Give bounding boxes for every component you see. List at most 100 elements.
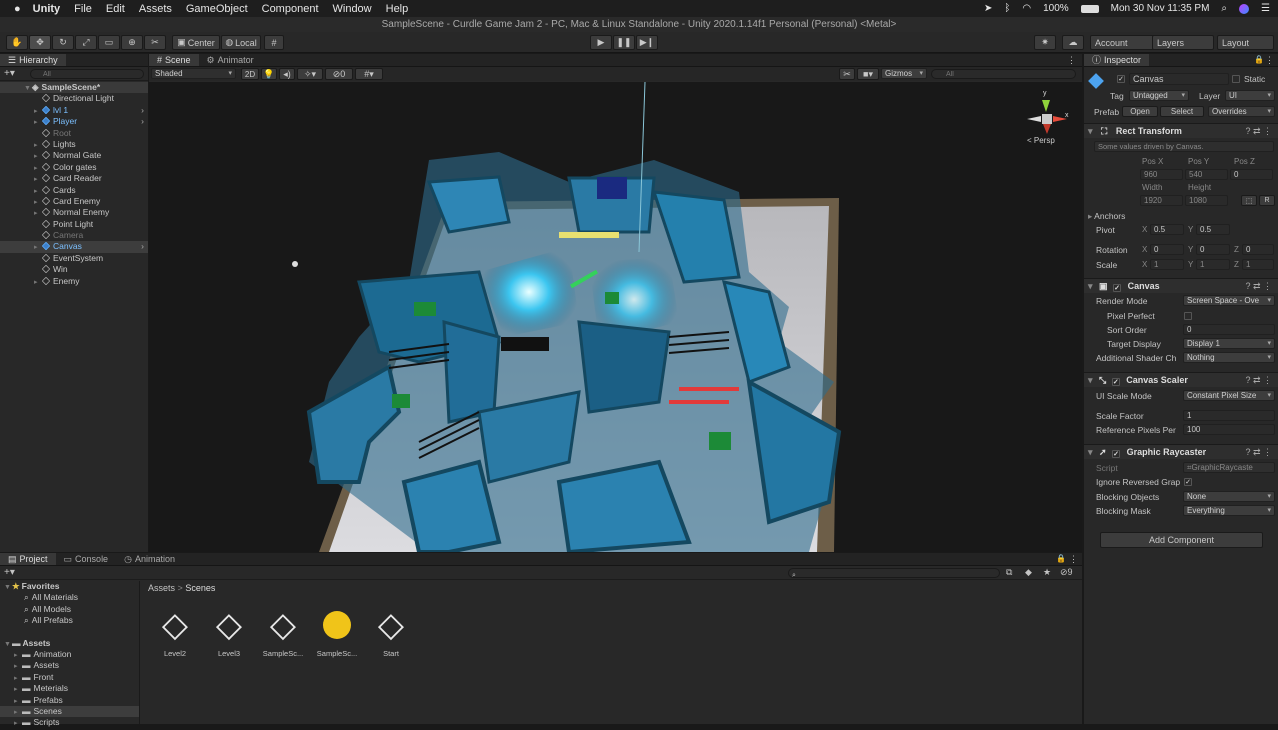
menu-component[interactable]: Component [262, 3, 319, 15]
prefab-overrides-dropdown[interactable]: Overrides [1208, 106, 1275, 117]
space-local-button[interactable]: ◍ Local [221, 35, 261, 50]
tab-console[interactable]: ▭ Console [56, 553, 117, 565]
chevron-right-icon[interactable]: › [141, 105, 144, 116]
render-mode-dropdown[interactable]: Screen Space - Ove [1183, 295, 1275, 306]
control-center-icon[interactable]: ☰ [1261, 3, 1270, 14]
step-button[interactable]: ▶❙ [636, 35, 658, 50]
scene-file[interactable]: SampleSc... [312, 605, 362, 658]
camera-icon[interactable]: ■▾ [857, 68, 879, 80]
layers-dropdown[interactable]: Layers [1152, 35, 1214, 50]
scene-file[interactable]: ◇ Level2 [150, 605, 200, 658]
menu-edit[interactable]: Edit [106, 3, 125, 15]
reference-ppu-field[interactable]: 100 [1183, 424, 1275, 435]
rect-transform-header[interactable]: ▾ ⛶ Rect Transform ? ⇄ ⋮ [1084, 123, 1278, 138]
project-lock-icon[interactable]: 🔒 [1056, 554, 1066, 563]
posy-field[interactable]: 540 [1185, 169, 1228, 180]
spotlight-icon[interactable]: ⌕ [1221, 3, 1227, 14]
tab-animation[interactable]: ◷ Animation [116, 553, 183, 565]
component-help-icon[interactable]: ? ⇄ ⋮ [1245, 445, 1272, 460]
pivot-center-button[interactable]: ▣ Center [172, 35, 220, 50]
hierarchy-item[interactable]: ▸ Player › [0, 116, 148, 127]
grid-toggle-icon[interactable]: #▾ [355, 68, 383, 80]
account-dropdown[interactable]: Account [1090, 35, 1158, 50]
tab-scene[interactable]: # Scene [149, 54, 199, 66]
toggle-2d-button[interactable]: 2D [241, 68, 259, 80]
pivot-y-field[interactable]: 0.5 [1196, 224, 1230, 235]
scale-x-field[interactable]: 1 [1150, 259, 1184, 270]
hierarchy-item[interactable]: ▸ Normal Gate [0, 150, 148, 161]
audio-toggle-icon[interactable]: ◂) [279, 68, 295, 80]
tab-project[interactable]: ▤ Project [0, 553, 56, 565]
prefab-select-button[interactable]: Select [1160, 106, 1204, 117]
asset-folder-item[interactable]: ▸ ▬ Assets [0, 660, 139, 671]
play-button[interactable]: ▶ [590, 35, 612, 50]
battery-icon[interactable] [1080, 4, 1099, 13]
hierarchy-item[interactable]: EventSystem [0, 253, 148, 264]
scene-file[interactable]: ◇ Start [366, 605, 416, 658]
clock[interactable]: Mon 30 Nov 11:35 PM [1111, 3, 1210, 14]
asset-folder-item[interactable]: ▸ ▬ Animation [0, 649, 139, 660]
hierarchy-item[interactable]: ▸ Enemy [0, 276, 148, 287]
hierarchy-item[interactable]: ▸ Lights [0, 139, 148, 150]
blocking-objects-dropdown[interactable]: None [1183, 491, 1275, 502]
orientation-gizmo[interactable]: y x < Persp [1023, 90, 1071, 148]
ignore-reversed-checkbox[interactable]: ✓ [1184, 478, 1192, 486]
pause-button[interactable]: ❚❚ [613, 35, 635, 50]
component-help-icon[interactable]: ? ⇄ ⋮ [1245, 373, 1272, 388]
custom-tool-icon[interactable]: ✂ [144, 35, 166, 50]
favorite-icon[interactable]: ★ [1043, 567, 1051, 578]
add-component-button[interactable]: Add Component [1100, 532, 1263, 548]
inspector-menu-icon[interactable]: ⋮ [1265, 55, 1274, 66]
rot-x-field[interactable]: 0 [1150, 244, 1184, 255]
fav-item[interactable]: ⌕ All Materials [0, 592, 139, 603]
favorites-row[interactable]: ▼★ Favorites [0, 581, 139, 592]
canvas-scaler-header[interactable]: ▾ ⤡ ✓ Canvas Scaler ? ⇄ ⋮ [1084, 372, 1278, 387]
tab-inspector[interactable]: ⓘ Inspector [1084, 54, 1150, 66]
filter-label-icon[interactable]: ◆ [1025, 567, 1032, 578]
prefab-open-button[interactable]: Open [1122, 106, 1158, 117]
hierarchy-item[interactable]: ▸ Canvas › [0, 241, 148, 253]
battery-percent[interactable]: 100% [1043, 3, 1069, 14]
tools-icon[interactable]: ✂ [839, 68, 855, 80]
scene-file[interactable]: ◇ Level3 [204, 605, 254, 658]
move-tool-icon[interactable]: ✥ [29, 35, 51, 50]
layout-dropdown[interactable]: Layout [1217, 35, 1274, 50]
hierarchy-item[interactable]: Root [0, 128, 148, 139]
breadcrumb-assets[interactable]: Assets [148, 583, 175, 593]
scale-y-field[interactable]: 1 [1196, 259, 1230, 270]
asset-folder-item[interactable]: ▸ ▬ Scripts [0, 717, 139, 728]
fav-item[interactable]: ⌕ All Prefabs [0, 615, 139, 626]
add-icon[interactable]: +▾ [4, 68, 15, 79]
hierarchy-item[interactable]: ▸ Cards [0, 185, 148, 196]
breadcrumb-scenes[interactable]: Scenes [185, 583, 215, 593]
fav-item[interactable]: ⌕ All Models [0, 604, 139, 615]
component-help-icon[interactable]: ? ⇄ ⋮ [1245, 279, 1272, 294]
hierarchy-search-input[interactable] [30, 69, 144, 79]
tag-dropdown[interactable]: Untagged [1129, 90, 1189, 101]
project-search-input[interactable]: ⌕ [788, 568, 1000, 579]
assets-row[interactable]: ▼▬ Assets [0, 638, 139, 649]
project-add-icon[interactable]: +▾ [4, 567, 15, 578]
hierarchy-item[interactable]: Win [0, 264, 148, 275]
scaler-enabled-checkbox[interactable]: ✓ [1111, 378, 1120, 386]
hidden-objects-icon[interactable]: ⊘0 [325, 68, 353, 80]
cloud-icon[interactable]: ☁ [1062, 35, 1084, 50]
hierarchy-item[interactable]: ▸ Color gates [0, 162, 148, 173]
static-checkbox[interactable] [1232, 75, 1240, 83]
component-help-icon[interactable]: ? ⇄ ⋮ [1245, 124, 1272, 139]
hierarchy-item[interactable]: ▸ Card Reader [0, 173, 148, 184]
hierarchy-item[interactable]: ▸ lvl 1 › [0, 105, 148, 116]
menu-window[interactable]: Window [333, 3, 372, 15]
scene-file[interactable]: ◇ SampleSc... [258, 605, 308, 658]
rot-z-field[interactable]: 0 [1242, 244, 1274, 255]
menu-gameobject[interactable]: GameObject [186, 3, 248, 15]
additional-shader-dropdown[interactable]: Nothing [1183, 352, 1275, 363]
cursor-icon[interactable]: ➤ [984, 3, 992, 14]
shading-mode-dropdown[interactable]: Shaded [151, 68, 236, 79]
chevron-right-icon[interactable]: › [141, 241, 144, 252]
tab-hierarchy[interactable]: ☰ Hierarchy [0, 54, 66, 66]
hierarchy-item[interactable]: ▸ Normal Enemy [0, 207, 148, 218]
anchors-foldout[interactable]: ▸ Anchors [1088, 211, 1125, 222]
wifi-icon[interactable]: ◠ [1022, 3, 1031, 14]
filter-type-icon[interactable]: ⧉ [1006, 567, 1012, 578]
